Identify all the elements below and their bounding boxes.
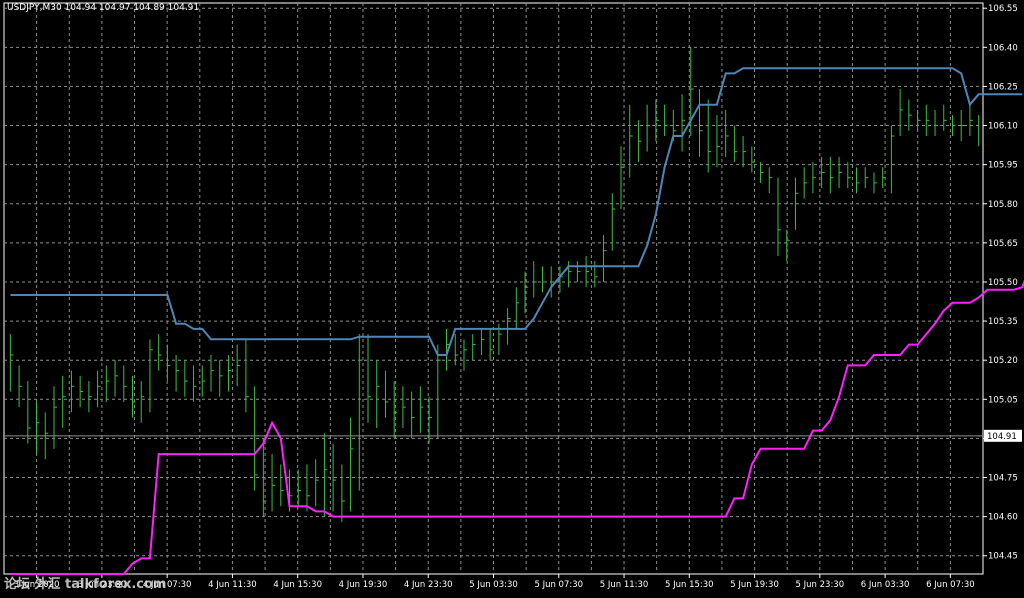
y-tick-label: 106.25 xyxy=(988,82,1018,92)
x-tick-label: 4 Jun 15:30 xyxy=(273,580,322,590)
symbol-label: USDJPY,M30 xyxy=(7,3,62,13)
x-tick-label: 5 Jun 15:30 xyxy=(665,580,714,590)
x-tick-label: 4 Jun 23:30 xyxy=(404,580,453,590)
x-tick-label: 5 Jun 11:30 xyxy=(600,580,649,590)
x-tick-label: 5 Jun 19:30 xyxy=(730,580,779,590)
y-tick-label: 105.05 xyxy=(988,395,1018,405)
y-tick-label: 104.60 xyxy=(988,513,1018,523)
x-tick-label: 5 Jun 23:30 xyxy=(796,580,845,590)
current-price-label: 104.91 xyxy=(987,432,1017,442)
y-tick-label: 105.95 xyxy=(988,161,1018,171)
y-tick-label: 106.40 xyxy=(988,43,1018,53)
watermark: 论坛 外汇 talkforex.com xyxy=(4,577,167,592)
y-tick-label: 106.55 xyxy=(988,4,1018,14)
y-tick-label: 105.80 xyxy=(988,200,1018,210)
x-tick-label: 6 Jun 07:30 xyxy=(926,580,975,590)
x-tick-label: 4 Jun 19:30 xyxy=(339,580,388,590)
y-tick-label: 105.50 xyxy=(988,278,1018,288)
y-tick-label: 104.45 xyxy=(988,552,1018,562)
price-chart: 106.55 106.40 106.25 106.10 105.95 105.80 105.… xyxy=(3,2,1024,590)
ohlc-label: 104.94 104.97 104.89 104.91 xyxy=(64,3,200,13)
y-tick-label: 105.20 xyxy=(988,356,1018,366)
chart-area: 106.55 106.40 106.25 106.10 105.95 105.80 105.… xyxy=(0,0,1024,594)
y-tick-label: 105.35 xyxy=(988,317,1018,327)
y-tick-label: 106.10 xyxy=(988,122,1018,132)
x-tick-label: 5 Jun 07:30 xyxy=(534,580,583,590)
x-tick-label: 6 Jun 03:30 xyxy=(861,580,910,590)
y-tick-label: 105.65 xyxy=(988,239,1018,249)
y-tick-label: 104.75 xyxy=(988,474,1018,484)
chart-header: USDJPY,M30 104.94 104.97 104.89 104.91 xyxy=(7,3,199,13)
x-tick-label: 5 Jun 03:30 xyxy=(469,580,518,590)
lower-line xyxy=(10,279,1024,575)
x-tick-label: 4 Jun 11:30 xyxy=(208,580,257,590)
